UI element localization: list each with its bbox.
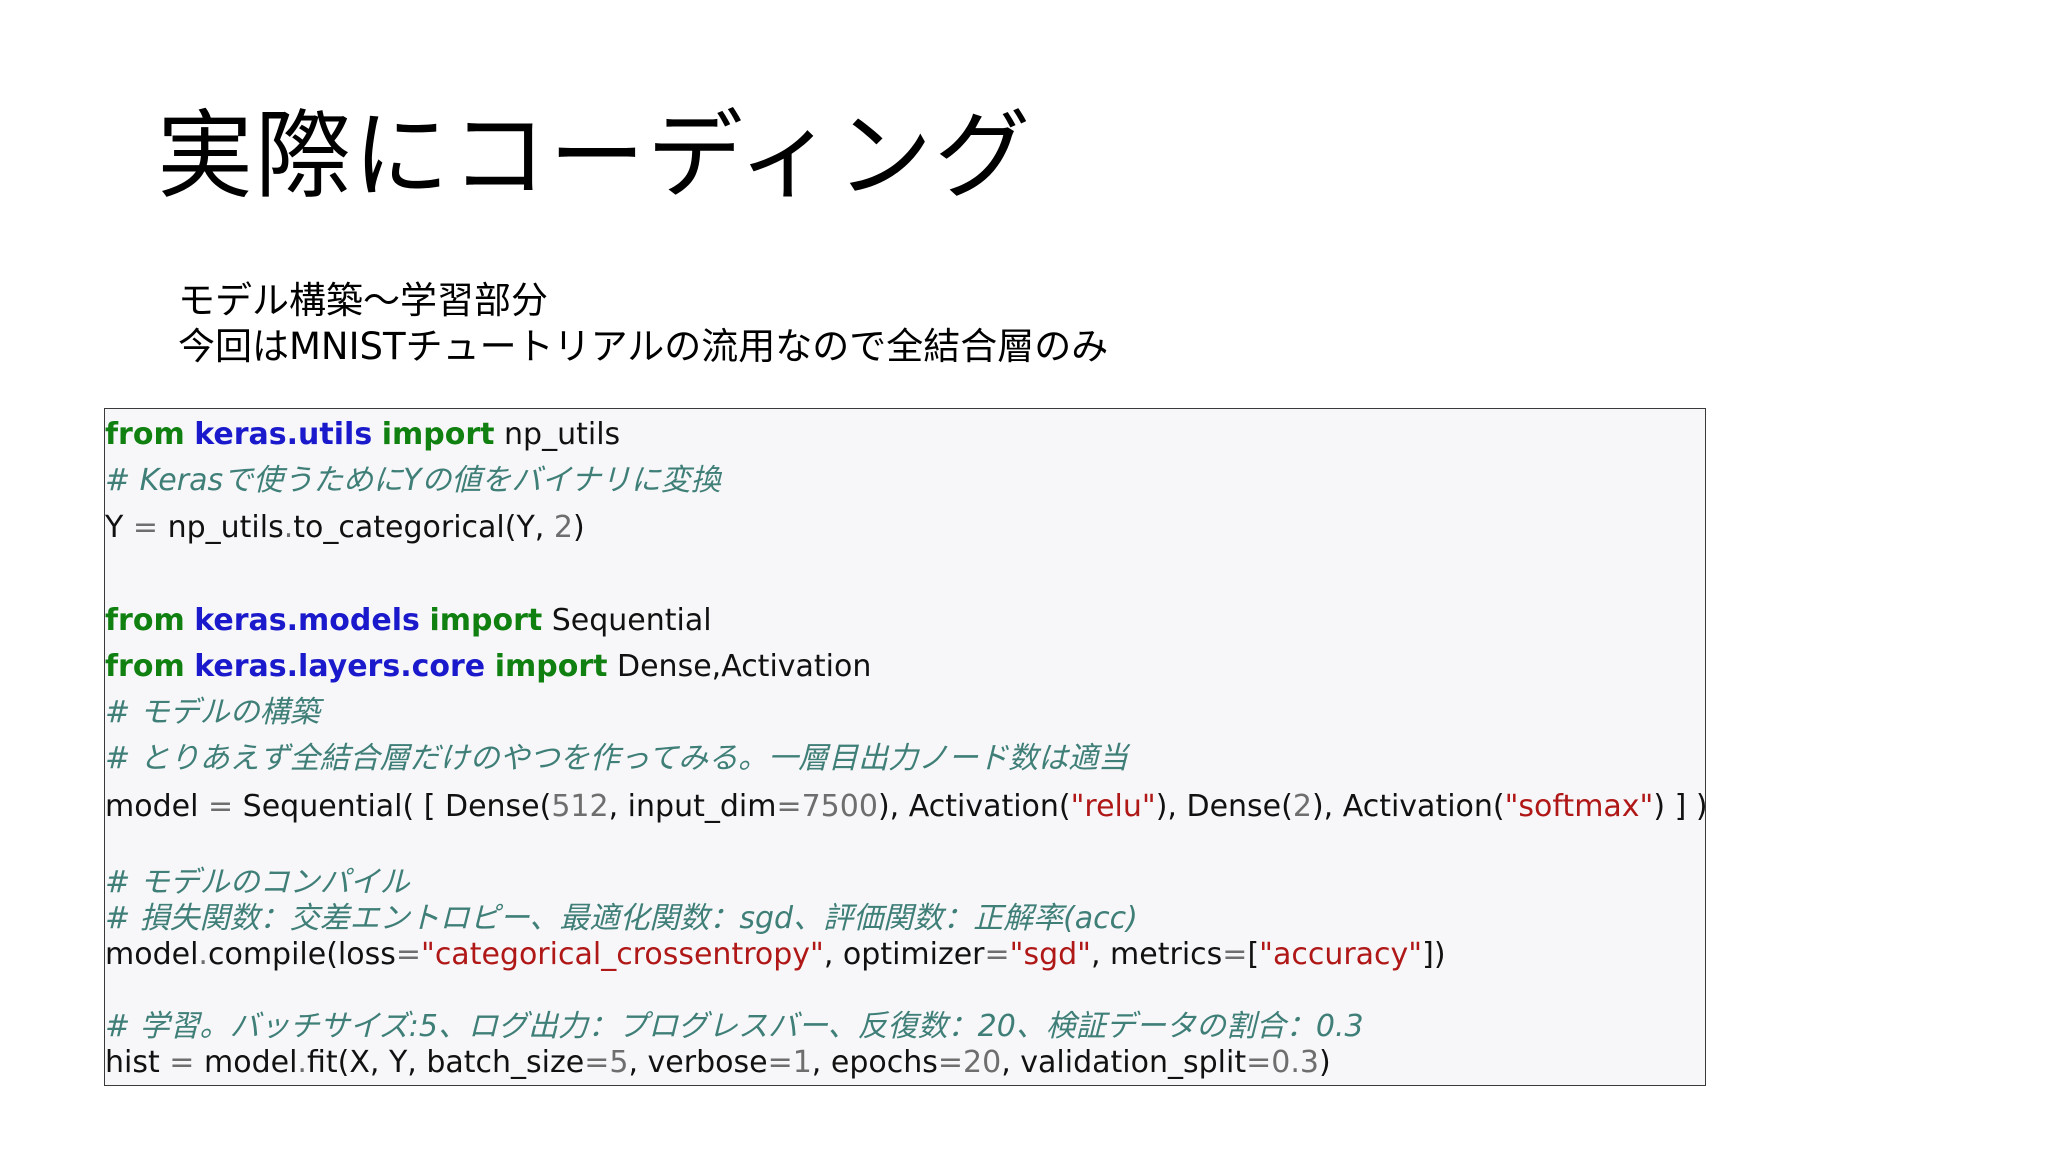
code-block: from keras.utils import np_utils # Keras… — [104, 408, 1706, 1086]
code-comment: # 損失関数：交差エントロピー、最適化関数：sgd、評価関数：正解率(acc) — [105, 901, 1138, 936]
subtitle-line: 今回はMNISTチュートリアルの流用なので全結合層のみ — [178, 325, 1109, 368]
slide-subtitle: モデル構築〜学習部分 今回はMNISTチュートリアルの流用なので全結合層のみ — [178, 278, 1108, 370]
module-name: keras.layers.core — [194, 649, 486, 684]
code-operator: . — [283, 510, 294, 545]
code-line-model-fit: hist = model.fit(X, Y, batch_size=5, ver… — [105, 1045, 1331, 1081]
code-token: ), Activation( — [877, 789, 1071, 824]
code-string: "sgd" — [1009, 937, 1091, 972]
subtitle-line: モデル構築〜学習部分 — [178, 279, 548, 322]
code-operator: = — [169, 1045, 195, 1080]
code-comment: # 学習。バッチサイズ:5、ログ出力：プログレスバー、反復数：20、検証データの… — [105, 1009, 1364, 1044]
keyword: import — [381, 417, 495, 452]
code-operator: = — [984, 937, 1010, 972]
code-token: , metrics — [1090, 937, 1223, 972]
code-number: 1 — [792, 1045, 812, 1080]
code-token: compile(loss — [207, 937, 396, 972]
code-number: 5 — [609, 1045, 629, 1080]
code-line-model-definition: model = Sequential( [ Dense(512, input_d… — [105, 789, 1706, 825]
code-line-import-np-utils: from keras.utils import np_utils — [105, 417, 620, 453]
code-number: 7500 — [801, 789, 878, 824]
code-string: "relu" — [1070, 789, 1156, 824]
code-comment: # モデルの構築 — [105, 695, 320, 730]
code-operator: = — [395, 937, 422, 972]
code-line-import-sequential: from keras.models import Sequential — [105, 603, 712, 639]
code-number: 0.3 — [1271, 1045, 1319, 1080]
code-comment: # Kerasで使うためにYの値をバイナリに変換 — [105, 463, 721, 498]
code-token: ]) — [1422, 937, 1446, 972]
code-line-import-dense: from keras.layers.core import Dense,Acti… — [105, 649, 871, 685]
code-token: model — [105, 789, 199, 824]
code-comment: # モデルのコンパイル — [105, 865, 410, 900]
code-token: , epochs — [811, 1045, 938, 1080]
code-line-to-categorical: Y = np_utils.to_categorical(Y, 2) — [105, 510, 585, 546]
code-token: model — [203, 1045, 298, 1080]
code-token: , input_dim — [608, 789, 777, 824]
code-number: 2 — [553, 510, 573, 545]
code-token: np_utils — [167, 510, 284, 545]
code-operator: = — [776, 789, 802, 824]
code-string: "categorical_crossentropy" — [421, 937, 824, 972]
code-token: , validation_split — [1001, 1045, 1247, 1080]
code-token: , optimizer — [823, 937, 985, 972]
code-operator: . — [297, 1045, 307, 1080]
code-number: 20 — [963, 1045, 1002, 1080]
code-operator: = — [132, 510, 159, 545]
code-token: model — [105, 937, 199, 972]
imported-name: Sequential — [551, 603, 712, 638]
code-token: fit(X, Y, batch_size — [306, 1045, 585, 1080]
code-line-model-compile: model.compile(loss="categorical_crossent… — [105, 937, 1446, 973]
code-token: Y — [105, 510, 124, 545]
code-operator: = — [207, 789, 234, 824]
code-operator: = — [1246, 1045, 1272, 1080]
code-token: ), Activation( — [1311, 789, 1505, 824]
code-token: hist — [105, 1045, 160, 1080]
code-number: 2 — [1292, 789, 1312, 824]
module-name: keras.models — [194, 603, 420, 638]
code-operator: = — [937, 1045, 964, 1080]
code-operator: = — [767, 1045, 793, 1080]
code-token: ) — [1318, 1045, 1331, 1080]
slide-title: 実際にコーディング — [157, 100, 1033, 212]
code-token: Sequential( [ Dense( — [242, 789, 552, 824]
keyword: import — [429, 603, 543, 638]
keyword: from — [105, 649, 185, 684]
code-token: ) ] ) — [1653, 789, 1706, 824]
code-operator: = — [1222, 937, 1248, 972]
code-string: "accuracy" — [1259, 937, 1423, 972]
code-comment: # とりあえず全結合層だけのやつを作ってみる。一層目出力ノード数は適当 — [105, 741, 1129, 776]
keyword: from — [105, 417, 185, 452]
code-token: to_categorical(Y, — [293, 510, 545, 545]
imported-name: Dense,Activation — [617, 649, 872, 684]
module-name: keras.utils — [194, 417, 373, 452]
code-token: [ — [1247, 937, 1260, 972]
keyword: from — [105, 603, 185, 638]
code-operator: . — [198, 937, 208, 972]
code-token: ) — [572, 510, 585, 545]
code-string: "softmax" — [1504, 789, 1654, 824]
code-number: 512 — [551, 789, 609, 824]
code-token: , verbose — [628, 1045, 768, 1080]
imported-name: np_utils — [504, 417, 621, 452]
keyword: import — [494, 649, 608, 684]
code-operator: = — [584, 1045, 610, 1080]
code-token: ), Dense( — [1155, 789, 1293, 824]
